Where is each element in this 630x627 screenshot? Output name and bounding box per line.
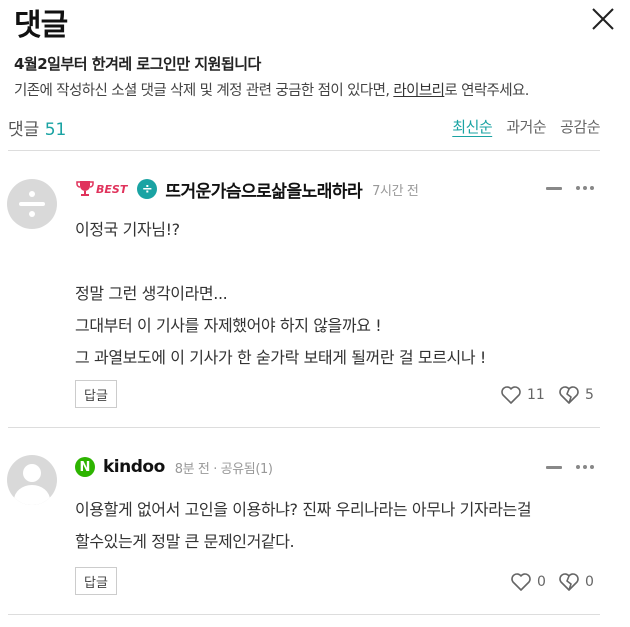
- sort-tabs: 최신순 과거순 공감순: [452, 116, 600, 137]
- page-title: 댓글: [14, 8, 68, 43]
- sort-tab-oldest[interactable]: 과거순: [506, 116, 546, 137]
- comment-line: 그 과열보도에 이 기사가 한 숟가락 보태게 될꺼란 걸 모르시나 !: [75, 348, 486, 367]
- comment-meta: BEST ÷ 뜨거운가슴으로삶을노래하라 7시간 전: [75, 177, 419, 202]
- comment-line: 정말 그런 생각이라면...: [75, 284, 228, 303]
- reply-button[interactable]: 답글: [75, 567, 117, 595]
- notice-text: 기존에 작성하신 소셜 댓글 삭제 및 계정 관련 궁금한 점이 있다면,: [14, 83, 394, 99]
- minus-icon[interactable]: [546, 186, 562, 190]
- like-button[interactable]: 0: [510, 572, 546, 592]
- best-label: BEST: [96, 182, 128, 196]
- dislike-button[interactable]: 0: [558, 572, 594, 592]
- sort-tab-likes[interactable]: 공감순: [560, 116, 600, 137]
- comment-line: [75, 246, 486, 278]
- like-count: 11: [527, 387, 545, 403]
- like-count: 0: [537, 574, 546, 590]
- more-dots-icon[interactable]: [576, 186, 594, 190]
- close-icon[interactable]: [590, 6, 616, 32]
- dislike-count: 5: [585, 387, 594, 403]
- divider: [8, 150, 600, 151]
- avatar[interactable]: [7, 179, 57, 229]
- comment-count: 댓글 51: [8, 115, 66, 140]
- comment-meta: N kindoo 8분 전 · 공유됨(1): [75, 455, 273, 479]
- notice-link[interactable]: 라이브리: [393, 83, 445, 99]
- notice-title: 4월2일부터 한겨레 로그인만 지원됩니다: [14, 55, 261, 73]
- divider: [8, 614, 600, 615]
- notice-text-suffix: 로 연락주세요.: [444, 83, 529, 99]
- username[interactable]: kindoo: [103, 457, 165, 477]
- comment-actions: [546, 465, 594, 469]
- reply-button[interactable]: 답글: [75, 380, 117, 408]
- minus-icon[interactable]: [546, 465, 562, 469]
- comment-line: 그대부터 이 기사를 자제했어야 하지 않을까요 !: [75, 316, 382, 335]
- timestamp: 8분 전 · 공유됨(1): [174, 461, 273, 477]
- platform-icon: N: [75, 457, 95, 477]
- platform-icon: ÷: [137, 179, 158, 199]
- broken-heart-icon: [559, 386, 579, 404]
- dislike-count: 0: [585, 574, 594, 590]
- comment-actions: [546, 186, 594, 190]
- more-dots-icon[interactable]: [576, 465, 594, 469]
- like-button[interactable]: 11: [500, 385, 545, 405]
- heart-icon: [501, 386, 521, 404]
- notice-body: 기존에 작성하신 소셜 댓글 삭제 및 계정 관련 궁금한 점이 있다면, 라이…: [14, 79, 529, 100]
- heart-icon: [511, 573, 531, 591]
- comment-line: 할수있는게 정말 큰 문제인거같다.: [75, 532, 295, 551]
- username[interactable]: 뜨거운가슴으로삶을노래하라: [165, 177, 362, 202]
- divider: [8, 427, 600, 428]
- trophy-icon: [76, 181, 94, 196]
- comment-text: 이용할게 없어서 고인을 이용하냐? 진짜 우리나라는 아무나 기자라는걸 할수…: [75, 494, 532, 558]
- sort-tab-latest[interactable]: 최신순: [452, 116, 492, 137]
- broken-heart-icon: [559, 573, 579, 591]
- comment-text: 이정국 기자님!? 정말 그런 생각이라면... 그대부터 이 기사를 자제했어…: [75, 214, 486, 374]
- avatar[interactable]: [7, 455, 57, 505]
- dislike-button[interactable]: 5: [558, 385, 594, 405]
- comment-count-number: 51: [44, 120, 67, 140]
- comment-line: 이용할게 없어서 고인을 이용하냐? 진짜 우리나라는 아무나 기자라는걸: [75, 500, 532, 519]
- comment-count-label: 댓글: [8, 120, 40, 140]
- timestamp: 7시간 전: [372, 183, 419, 199]
- best-badge: BEST: [75, 179, 127, 199]
- comment-line: 이정국 기자님!?: [75, 220, 180, 239]
